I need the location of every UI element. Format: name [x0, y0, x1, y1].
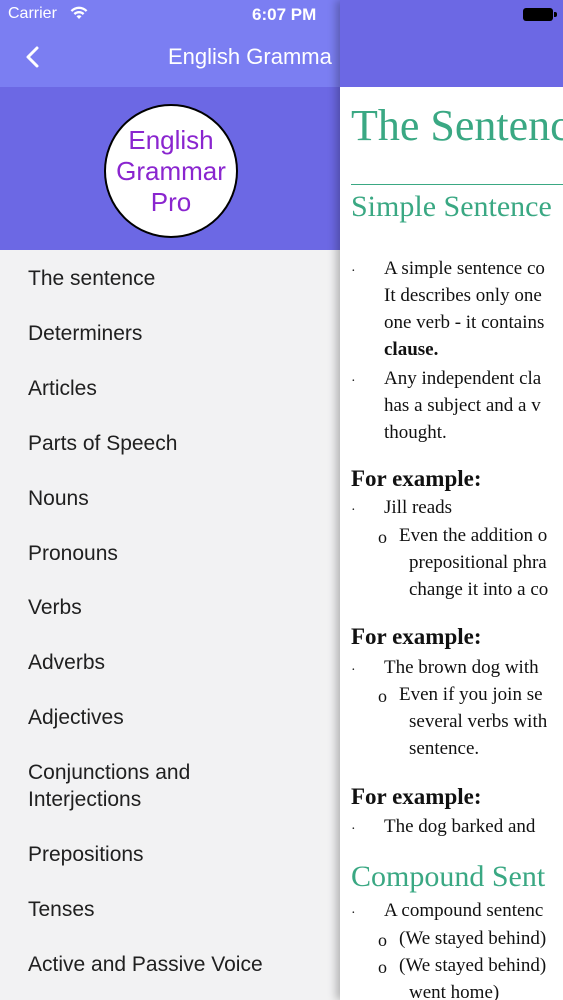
carrier-label: Carrier	[8, 5, 57, 22]
paragraph-line: A compound sentenc	[384, 900, 544, 921]
logo-line-3: Pro	[150, 186, 192, 217]
example-item: Jill reads	[384, 497, 453, 518]
paragraph-line: clause.	[384, 339, 439, 360]
wifi-icon	[70, 6, 88, 19]
example-heading: For example:	[351, 784, 482, 809]
drawer-header: English Grammar Pro	[0, 87, 340, 250]
logo-line-1: English	[128, 124, 214, 155]
example-item: The brown dog with	[384, 657, 539, 678]
menu-item-articles[interactable]: Articles	[28, 375, 328, 402]
example-heading: For example:	[351, 466, 482, 491]
page-title: The Sentenc	[351, 101, 563, 150]
side-drawer: English Gramma English Grammar Pro The s…	[0, 0, 340, 1000]
example-sub-line: change it into a co	[409, 579, 549, 600]
menu-item-adverbs[interactable]: Adverbs	[28, 649, 328, 676]
paragraph-line: thought.	[384, 422, 447, 443]
example-sub-line: (We stayed behind)	[399, 928, 547, 949]
menu-item-the-sentence[interactable]: The sentence	[28, 265, 328, 292]
sub-bullet: o	[378, 930, 387, 950]
battery-icon	[523, 8, 557, 21]
bullet-dot: ·	[351, 906, 356, 921]
bullet-dot: ·	[351, 822, 356, 837]
app-logo: English Grammar Pro	[104, 104, 238, 238]
example-sub-line: prepositional phra	[409, 552, 547, 573]
paragraph-line: A simple sentence co	[384, 258, 545, 279]
sub-bullet: o	[378, 686, 387, 706]
example-sub-line: Even if you join se	[399, 684, 543, 705]
menu-item-parts-of-speech[interactable]: Parts of Speech	[28, 430, 328, 457]
section-heading-compound-sentence: Compound Sent	[351, 860, 546, 893]
menu-item-active-and-passive-voice[interactable]: Active and Passive Voice	[28, 951, 328, 978]
section-heading-simple-sentence: Simple Sentence	[351, 190, 552, 223]
example-sub-line: Even the addition o	[399, 525, 548, 546]
paragraph-line: It describes only one	[384, 285, 542, 306]
chevron-left-icon[interactable]	[18, 42, 48, 72]
paragraph-line: has a subject and a v	[384, 395, 541, 416]
status-bar: Carrier 6:07 PM	[0, 0, 563, 30]
menu-item-verbs[interactable]: Verbs	[28, 594, 328, 621]
menu-item-pronouns[interactable]: Pronouns	[28, 540, 328, 567]
menu-item-prepositions[interactable]: Prepositions	[28, 841, 328, 868]
status-time: 6:07 PM	[252, 5, 317, 24]
menu-item-nouns[interactable]: Nouns	[28, 485, 328, 512]
menu-item-adjectives[interactable]: Adjectives	[28, 704, 328, 731]
menu-item-conjunctions-and-interjections[interactable]: Conjunctions and Interjections	[28, 759, 238, 813]
logo-line-2: Grammar	[116, 155, 226, 186]
paragraph-line: one verb - it contains	[384, 312, 545, 333]
bullet-dot: ·	[351, 663, 356, 678]
example-item: The dog barked and	[384, 816, 536, 837]
sub-bullet: o	[378, 957, 387, 977]
content-panel: The Sentenc Simple Sentence · A simple s…	[340, 0, 563, 1000]
paragraph-line: Any independent cla	[384, 368, 542, 389]
example-heading: For example:	[351, 624, 482, 649]
title-divider	[351, 184, 563, 185]
bullet-dot: ·	[351, 503, 356, 518]
menu-item-determiners[interactable]: Determiners	[28, 320, 328, 347]
example-sub-line: several verbs with	[409, 711, 548, 732]
bullet-dot: ·	[351, 374, 356, 389]
bullet-dot: ·	[351, 264, 356, 279]
example-sub-line: (We stayed behind)	[399, 955, 547, 976]
example-sub-line: sentence.	[409, 738, 480, 759]
drawer-title: English Gramma	[168, 44, 332, 69]
example-sub-line: went home)	[409, 982, 500, 1000]
sub-bullet: o	[378, 527, 387, 547]
menu-item-tenses[interactable]: Tenses	[28, 896, 328, 923]
